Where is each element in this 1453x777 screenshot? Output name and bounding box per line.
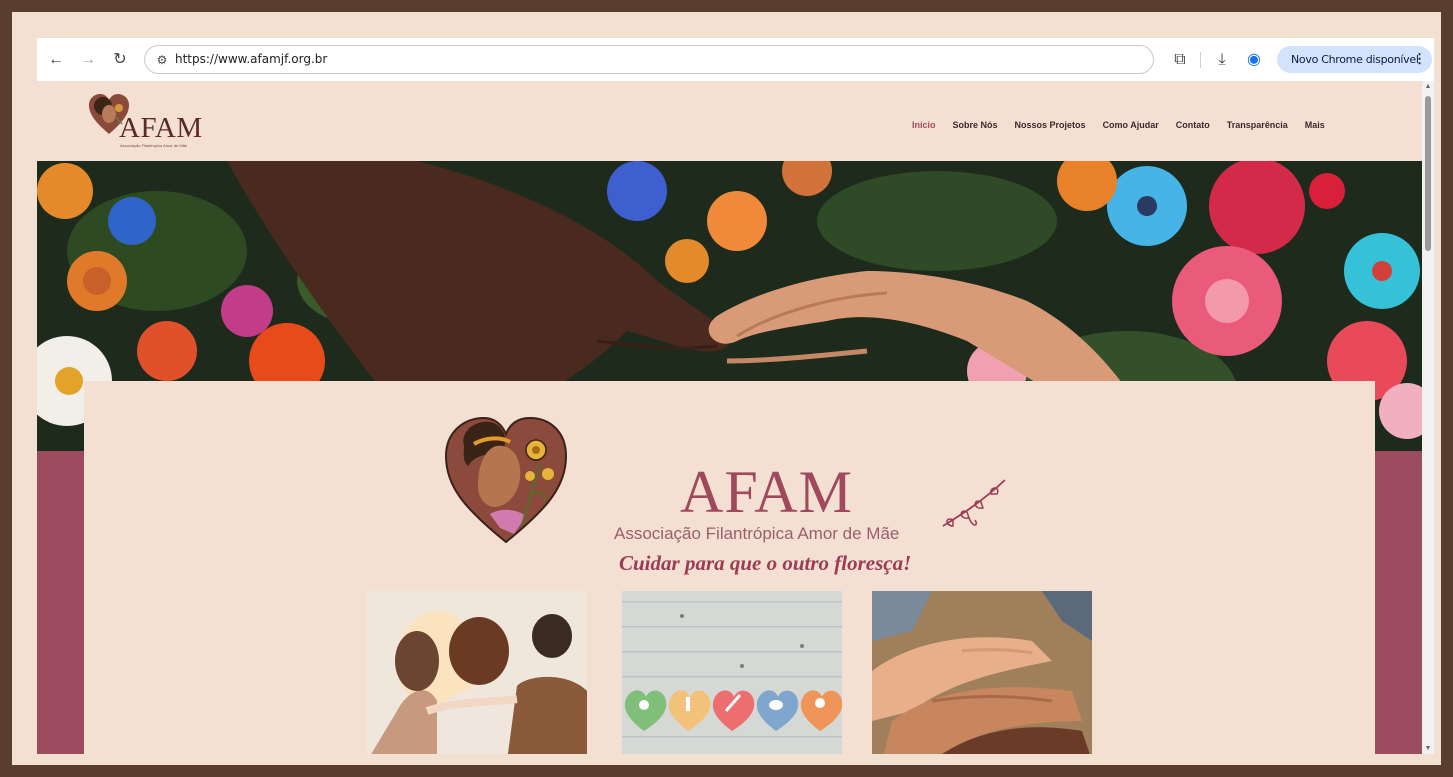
browser-toolbar: ← → ↻ ⚙ https://www.afamjf.org.br ⧉ ⤓ ◉ … bbox=[37, 38, 1434, 81]
main-nav: Início Sobre Nós Nossos Projetos Como Aj… bbox=[912, 120, 1342, 130]
chrome-update-button[interactable]: Novo Chrome disponível ⋮ bbox=[1277, 46, 1432, 73]
vertical-scrollbar[interactable]: ▲ ▼ bbox=[1422, 81, 1434, 754]
nav-item-sobre-nos[interactable]: Sobre Nós bbox=[953, 120, 998, 130]
address-bar[interactable]: ⚙ https://www.afamjf.org.br bbox=[144, 45, 1154, 74]
back-icon[interactable]: ← bbox=[46, 50, 66, 70]
nav-item-nossos-projetos[interactable]: Nossos Projetos bbox=[1015, 120, 1086, 130]
nav-item-transparencia[interactable]: Transparência bbox=[1227, 120, 1288, 130]
profile-icon[interactable]: ◉ bbox=[1244, 50, 1264, 70]
scrollbar-thumb[interactable] bbox=[1425, 96, 1431, 251]
hero-title: AFAM bbox=[680, 459, 853, 525]
logo-text: AFAM bbox=[119, 112, 203, 144]
download-icon[interactable]: ⤓ bbox=[1212, 50, 1232, 70]
logo-subtext: Associação Filantrópica Amor de Mãe bbox=[120, 143, 188, 148]
reload-icon[interactable]: ↻ bbox=[110, 50, 130, 70]
stacked-hands-image[interactable] bbox=[872, 591, 1092, 754]
url-text[interactable]: https://www.afamjf.org.br bbox=[175, 52, 327, 66]
scroll-down-arrow-icon[interactable]: ▼ bbox=[1424, 745, 1432, 752]
site-header: AFAM Associação Filantrópica Amor de Mãe… bbox=[37, 81, 1422, 161]
nav-item-inicio[interactable]: Início bbox=[912, 120, 936, 130]
floral-sprig-icon bbox=[942, 479, 1006, 527]
update-label: Novo Chrome disponível bbox=[1291, 53, 1419, 66]
nav-item-como-ajudar[interactable]: Como Ajudar bbox=[1103, 120, 1159, 130]
site-info-icon[interactable]: ⚙ bbox=[153, 51, 171, 69]
mother-heart-icon bbox=[444, 416, 568, 544]
colorful-hearts-image[interactable] bbox=[622, 591, 842, 754]
people-embracing-image[interactable] bbox=[367, 591, 587, 754]
scroll-up-arrow-icon[interactable]: ▲ bbox=[1424, 83, 1432, 90]
hero-tagline: Cuidar para que o outro floresça! bbox=[619, 551, 912, 575]
nav-item-mais[interactable]: Mais bbox=[1305, 120, 1325, 130]
site-logo[interactable]: AFAM Associação Filantrópica Amor de Mãe bbox=[89, 94, 229, 152]
kebab-menu-icon[interactable]: ⋮ bbox=[1413, 51, 1426, 67]
forward-icon[interactable]: → bbox=[78, 50, 98, 70]
browser-window: ← → ↻ ⚙ https://www.afamjf.org.br ⧉ ⤓ ◉ … bbox=[37, 38, 1434, 754]
extensions-icon[interactable]: ⧉ bbox=[1170, 50, 1190, 70]
nav-item-contato[interactable]: Contato bbox=[1176, 120, 1210, 130]
hero-subtitle: Associação Filantrópica Amor de Mãe bbox=[614, 524, 900, 543]
toolbar-divider bbox=[1200, 52, 1201, 68]
page-viewport: AFAM Associação Filantrópica Amor de Mãe… bbox=[37, 81, 1422, 754]
intro-card: AFAM Associação Filantrópica Amor de Mãe… bbox=[84, 381, 1375, 754]
